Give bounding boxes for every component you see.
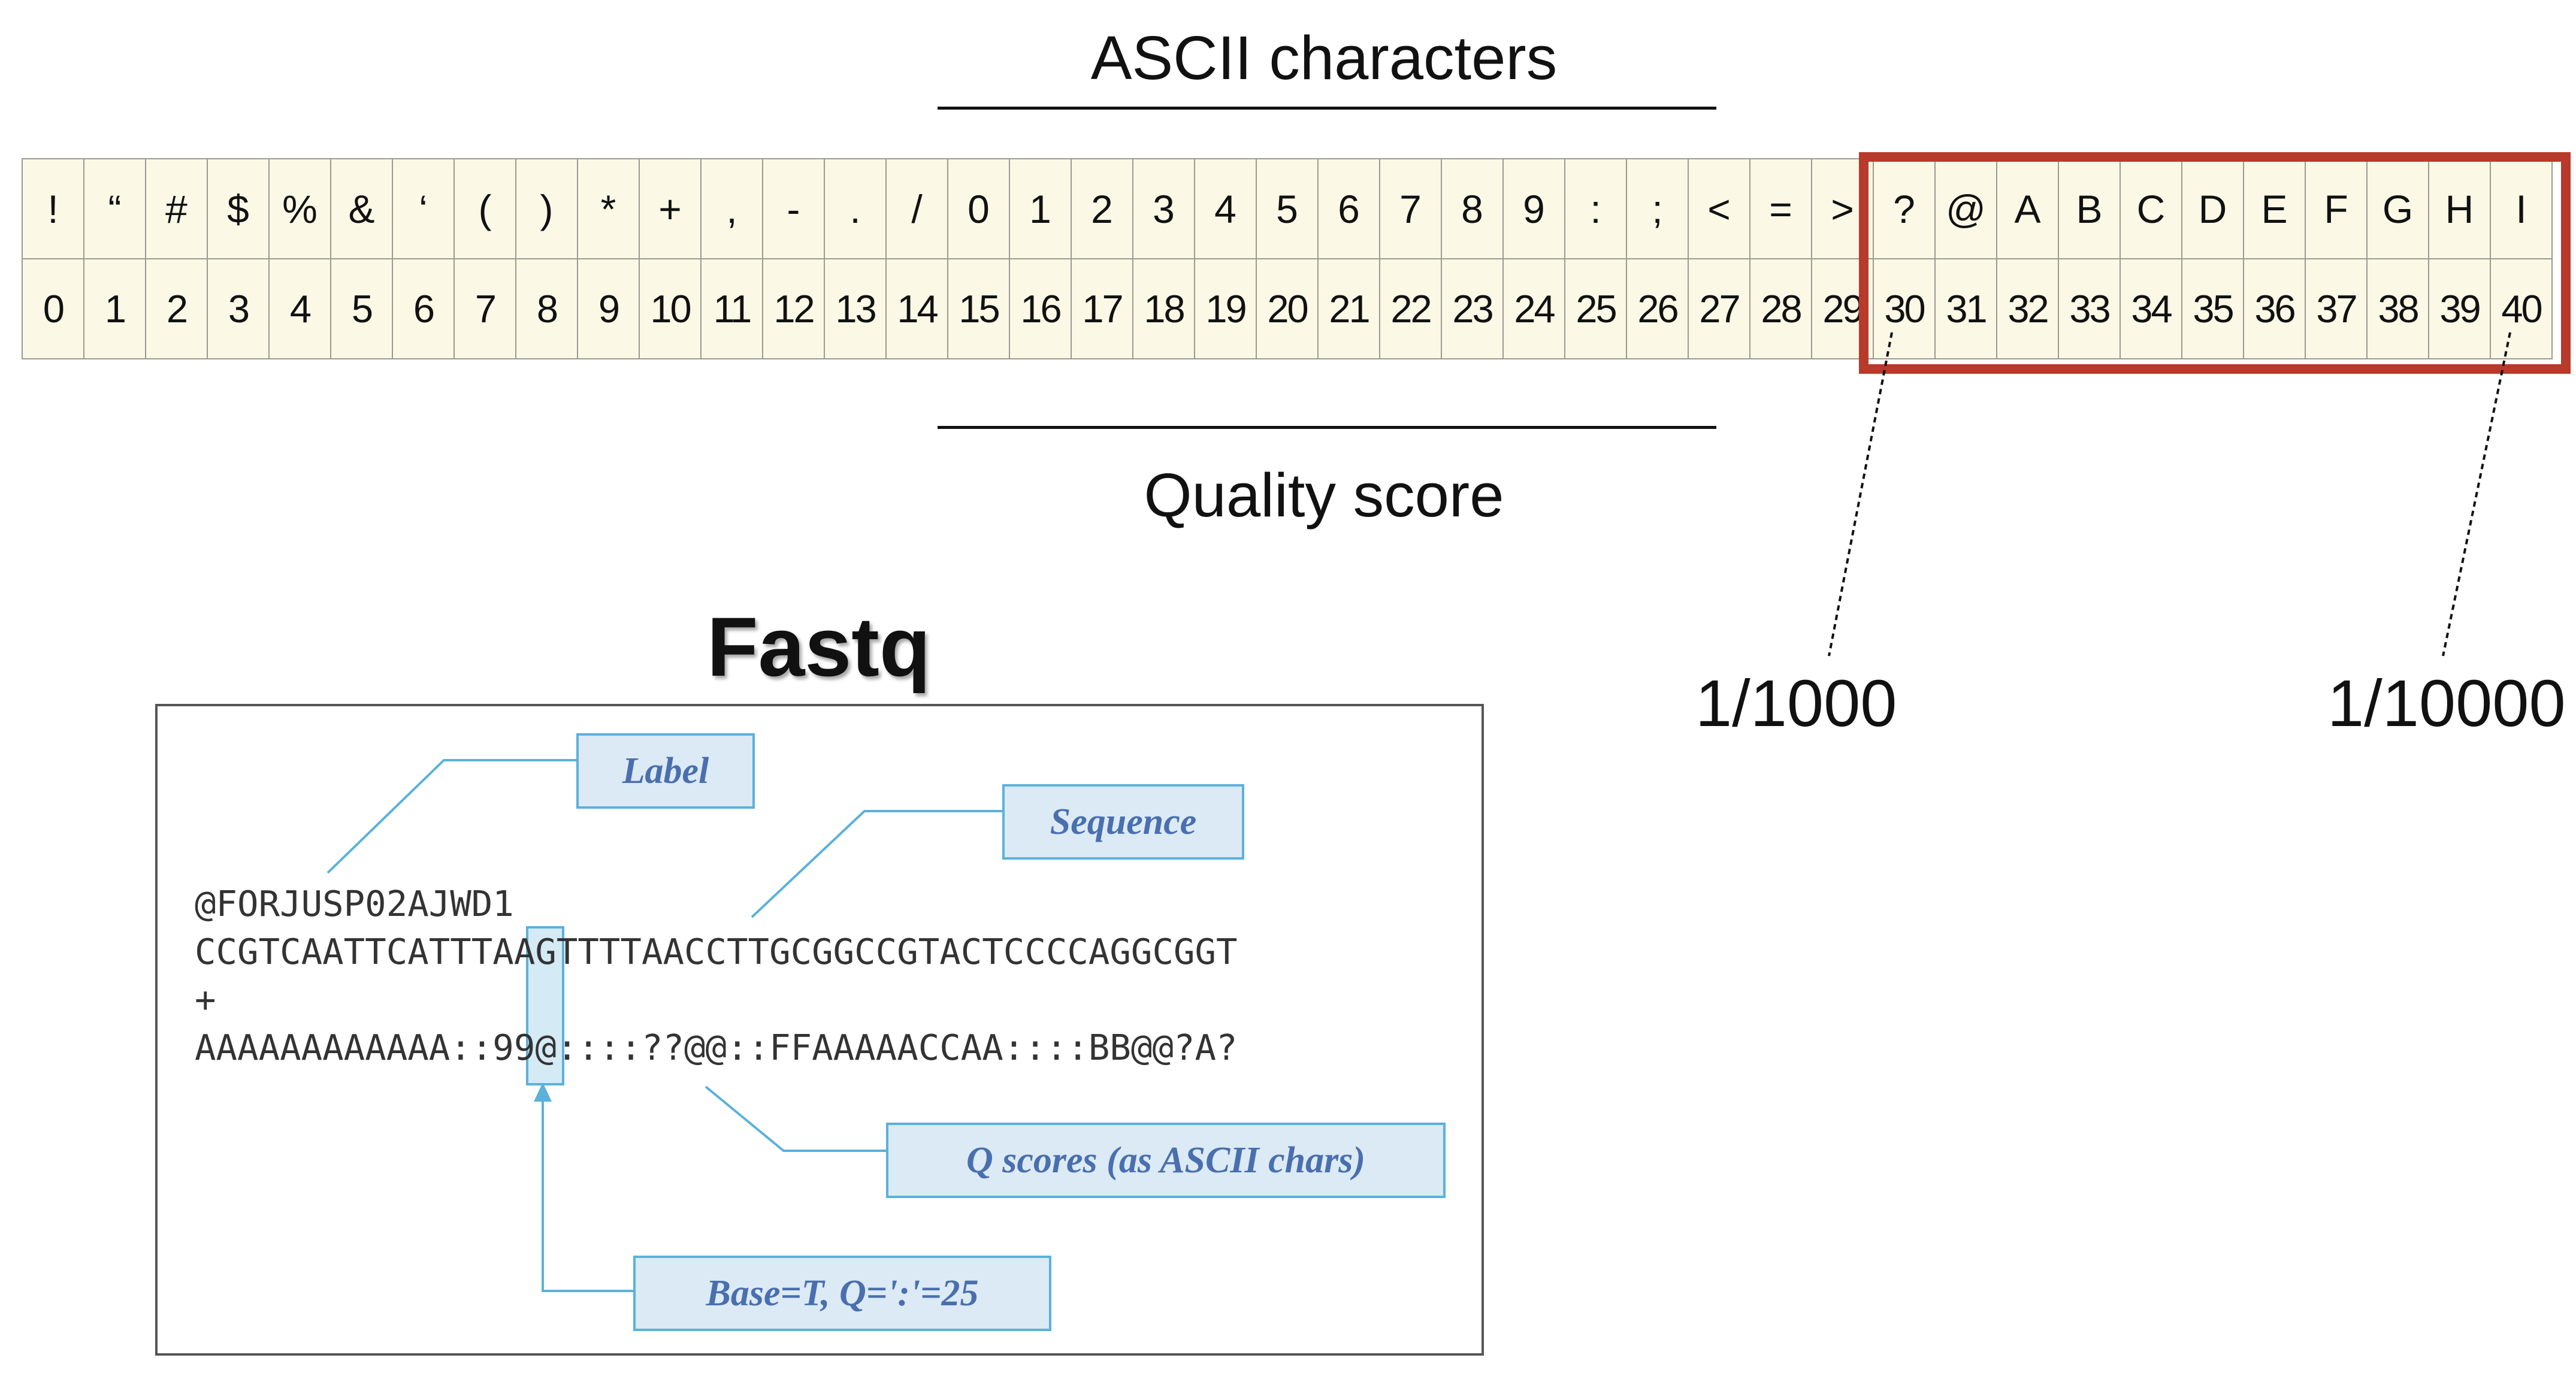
q-scores-connector bbox=[705, 1085, 886, 1152]
fastq-title: Fastq bbox=[707, 600, 931, 694]
error-probability-q40: 1/10000 bbox=[2327, 667, 2566, 740]
callout-base-example: Base=T, Q=':'=25 bbox=[633, 1256, 1051, 1331]
sequence-connector bbox=[751, 810, 1002, 918]
callout-q-scores: Q scores (as ASCII chars) bbox=[886, 1123, 1446, 1198]
fastq-example-panel: @FORJUSP02AJWD1 CCGTCAATTCATTTAAGTTTTAAC… bbox=[155, 704, 1484, 1356]
leader-line-30 bbox=[1828, 332, 1893, 657]
callout-label: Label bbox=[576, 733, 755, 809]
fastq-label-line: @FORJUSP02AJWD1 bbox=[195, 883, 514, 924]
fastq-sequence-line: CCGTCAATTCATTTAAGTTTTAACCTTGCGGCCGTACTCC… bbox=[195, 931, 1238, 972]
fastq-plus-line: + bbox=[195, 979, 216, 1020]
label-connector bbox=[326, 759, 576, 874]
callout-sequence: Sequence bbox=[1002, 784, 1244, 860]
base-connector bbox=[542, 1096, 633, 1292]
error-probability-q30: 1/1000 bbox=[1695, 667, 1897, 740]
leader-line-40 bbox=[2442, 332, 2511, 657]
fastq-quality-line: AAAAAAAAAAAA::99@::::??@@::FFAAAAACCAA::… bbox=[195, 1027, 1238, 1068]
